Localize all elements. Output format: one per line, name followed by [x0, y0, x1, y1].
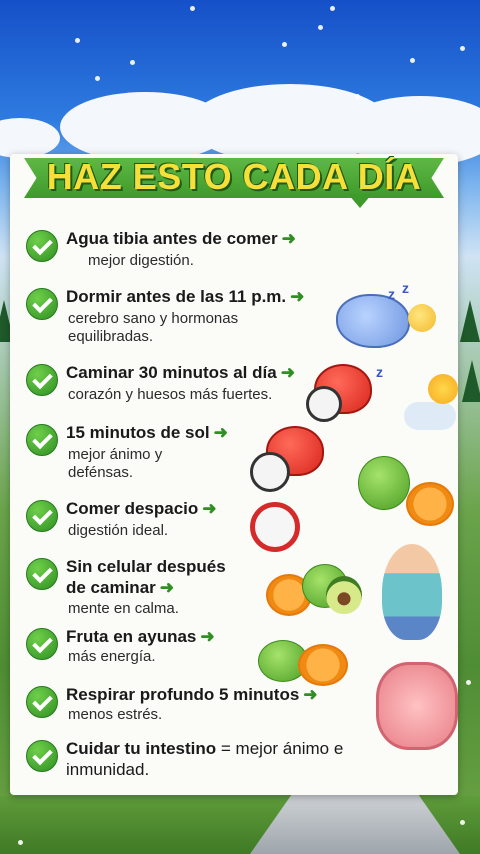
meditating-person-icon: [382, 544, 442, 640]
sleep-z-icon: z: [388, 286, 395, 302]
item-heading: Sin celular después de caminar: [66, 557, 226, 597]
item-benefit: mente en calma.: [68, 600, 179, 617]
orange-icon: [406, 482, 454, 526]
arrow-icon: ➜: [281, 229, 296, 248]
checkmark-icon: [26, 424, 58, 456]
item-benefit: corazón y huesos más fuertes.: [68, 386, 273, 403]
arrow-icon: ➜: [159, 578, 175, 597]
sun-icon: [428, 374, 458, 404]
item-benefit: digestión ideal.: [68, 522, 169, 539]
item-heading: Comer despacio: [66, 499, 199, 518]
cloud-icon: [404, 402, 456, 430]
arrow-icon: ➜: [213, 423, 228, 442]
item-heading: Dormir antes de las 11 p.m.: [66, 287, 287, 306]
avocado-icon: [326, 576, 362, 614]
item-heading: Fruta en ayunas: [66, 627, 197, 646]
stopwatch-icon: [250, 452, 290, 492]
item-benefit: más energía.: [68, 648, 156, 665]
sleep-z-icon: z: [402, 280, 409, 296]
checkmark-icon: [26, 628, 58, 660]
lime-icon: [358, 456, 410, 510]
tips-card: HAZ ESTO CADA DÍA Agua tibia antes de co…: [10, 154, 458, 795]
item-heading: 15 minutos de sol: [66, 423, 210, 442]
arrow-icon: ➜: [290, 287, 305, 306]
orange-icon: [298, 644, 348, 686]
no-phone-icon: [250, 502, 300, 552]
item-heading: Caminar 30 minutos al día: [66, 363, 277, 382]
item-benefit: mejor ánimo y defénsas.: [68, 446, 163, 481]
arrow-icon: ➜: [200, 627, 215, 646]
moon-icon: [408, 304, 436, 332]
stopwatch-icon: [306, 386, 342, 422]
item-heading: Agua tibia antes de comer: [66, 229, 278, 248]
checkmark-icon: [26, 364, 58, 396]
item-benefit: mejor digestión.: [88, 252, 194, 269]
item-heading: Cuidar tu intestino: [66, 739, 217, 758]
item-benefit: menos estrés.: [68, 706, 163, 723]
arrow-icon: ➜: [280, 363, 295, 382]
sleep-z-icon: z: [376, 364, 383, 380]
checkmark-icon: [26, 288, 58, 320]
item-benefit: cerebro sano y hormonas equilibradas.: [68, 310, 239, 345]
item-heading: Respirar profundo 5 minutos: [66, 685, 300, 704]
checkmark-icon: [26, 230, 58, 262]
brain-icon: [336, 294, 410, 348]
arrow-icon: ➜: [303, 685, 318, 704]
checkmark-icon: [26, 740, 58, 772]
checkmark-icon: [26, 558, 58, 590]
checkmark-icon: [26, 686, 58, 718]
page-title: HAZ ESTO CADA DÍA: [46, 156, 422, 197]
intestine-icon: [376, 662, 458, 750]
arrow-icon: ➜: [202, 499, 217, 518]
checkmark-icon: [26, 500, 58, 532]
